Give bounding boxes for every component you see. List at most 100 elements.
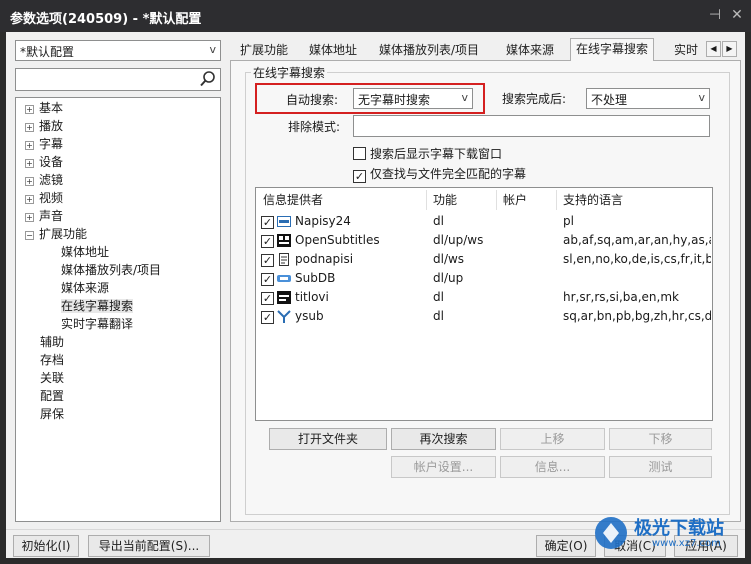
exact-match-checkbox[interactable]: ✓ 仅查找与文件完全匹配的字幕	[353, 165, 526, 183]
account-settings-button[interactable]: 帐户设置...	[391, 456, 496, 478]
export-config-button[interactable]: 导出当前配置(S)...	[88, 535, 210, 557]
collapse-icon[interactable]: −	[25, 231, 34, 240]
highlight-box	[255, 83, 485, 114]
initialize-button[interactable]: 初始化(I)	[13, 535, 79, 557]
watermark: 极光下载站 www.xz7.com	[592, 512, 742, 556]
col-header-function[interactable]: 功能	[433, 191, 457, 209]
watermark-text: 极光下载站	[634, 518, 724, 539]
tab-strip: 扩展功能 媒体地址 媒体播放列表/项目 媒体来源 在线字幕搜索 实时 ◀ ▶	[230, 38, 741, 61]
checkbox-checked-icon[interactable]: ✓	[261, 311, 274, 324]
move-down-button[interactable]: 下移	[609, 428, 712, 450]
show-download-window-label: 搜索后显示字幕下载窗口	[370, 147, 503, 161]
table-row[interactable]: ✓ podnapisi dl/ws sl,en,no,ko,de,is,cs,f…	[256, 250, 712, 269]
test-button[interactable]: 测试	[609, 456, 712, 478]
watermark-logo-icon	[595, 517, 627, 549]
tab-extensions[interactable]: 扩展功能	[240, 40, 288, 60]
search-again-button[interactable]: 再次搜索	[391, 428, 496, 450]
tree-item-online-subtitle-search[interactable]: 在线字幕搜索	[61, 297, 134, 315]
tree-item-media-address[interactable]: 媒体地址	[61, 243, 109, 261]
watermark-url: www.xz7.com	[652, 538, 721, 549]
exact-match-label: 仅查找与文件完全匹配的字幕	[370, 167, 527, 181]
tree-item-screensaver[interactable]: 屏保	[40, 405, 64, 423]
table-row[interactable]: ✓ ysub dl sq,ar,bn,pb,bg,zh,hr,cs,d	[256, 307, 712, 326]
chevron-down-icon: v	[209, 43, 216, 56]
tree-item-association[interactable]: 关联	[40, 369, 64, 387]
checkbox-checked-icon[interactable]: ✓	[261, 216, 274, 229]
tree-item-devices[interactable]: + 设备	[25, 153, 63, 171]
window-title: 参数选项(240509) - *默认配置	[10, 12, 202, 27]
table-row[interactable]: ✓ OpenSubtitles dl/up/ws ab,af,sq,am,ar,…	[256, 231, 712, 250]
after-search-value: 不处理	[591, 93, 628, 107]
col-header-account[interactable]: 帐户	[503, 191, 527, 209]
exclude-pattern-input[interactable]	[353, 115, 710, 137]
tab-media-source[interactable]: 媒体来源	[506, 40, 554, 60]
tree-item-playback[interactable]: + 播放	[25, 117, 63, 135]
group-title: 在线字幕搜索	[251, 64, 328, 81]
napisy24-icon	[277, 216, 291, 227]
dialog-client: *默认配置 v + 基本 + 播放 + 字幕 + 设备 + 滤镜 + 视频 + 声音 − 扩展功…	[6, 32, 745, 558]
col-header-provider[interactable]: 信息提供者	[263, 191, 323, 209]
profile-dropdown[interactable]: *默认配置 v	[15, 40, 221, 61]
pin-icon[interactable]: ⊣	[706, 6, 724, 24]
tree-search-input[interactable]	[15, 68, 221, 91]
table-row[interactable]: ✓ Napisy24 dl pl	[256, 212, 712, 231]
checkbox-checked-icon[interactable]: ✓	[353, 170, 366, 183]
tree-item-subtitles[interactable]: + 字幕	[25, 135, 63, 153]
tab-media-address[interactable]: 媒体地址	[309, 40, 357, 60]
subdb-icon	[277, 275, 291, 282]
expand-icon[interactable]: +	[25, 105, 34, 114]
checkbox-checked-icon[interactable]: ✓	[261, 235, 274, 248]
checkbox-checked-icon[interactable]: ✓	[261, 273, 274, 286]
tree-item-configuration[interactable]: 配置	[40, 387, 64, 405]
column-divider	[426, 190, 427, 210]
settings-tree: + 基本 + 播放 + 字幕 + 设备 + 滤镜 + 视频 + 声音 − 扩展功能 媒体地址 媒…	[15, 97, 221, 522]
tab-scroll-right-icon[interactable]: ▶	[722, 41, 737, 57]
col-header-languages[interactable]: 支持的语言	[563, 191, 623, 209]
expand-icon[interactable]: +	[25, 159, 34, 168]
tree-item-audio[interactable]: + 声音	[25, 207, 63, 225]
title-bar: 参数选项(240509) - *默认配置 ⊣ ✕	[0, 0, 751, 32]
table-row[interactable]: ✓ SubDB dl/up	[256, 269, 712, 288]
provider-list[interactable]: 信息提供者 功能 帐户 支持的语言 ✓ Napisy24 dl pl ✓ Ope…	[255, 187, 713, 421]
settings-panel: 在线字幕搜索 自动搜索: 无字幕时搜索 v 搜索完成后: 不处理 v 排除模式:…	[230, 60, 741, 522]
move-up-button[interactable]: 上移	[500, 428, 605, 450]
chevron-down-icon: v	[698, 91, 705, 104]
tab-online-subtitle-search[interactable]: 在线字幕搜索	[570, 38, 655, 61]
ok-button[interactable]: 确定(O)	[536, 535, 596, 557]
opensubtitles-icon	[277, 234, 291, 247]
checkbox-unchecked[interactable]	[353, 147, 366, 160]
open-folder-button[interactable]: 打开文件夹	[269, 428, 387, 450]
search-icon[interactable]	[199, 70, 217, 88]
show-download-window-checkbox[interactable]: 搜索后显示字幕下载窗口	[353, 145, 502, 162]
after-search-label: 搜索完成后:	[502, 92, 567, 106]
tree-item-assist[interactable]: 辅助	[40, 333, 64, 351]
after-search-dropdown[interactable]: 不处理 v	[586, 88, 710, 109]
profile-value: *默认配置	[20, 45, 75, 59]
tree-item-archive[interactable]: 存档	[40, 351, 64, 369]
checkbox-checked-icon[interactable]: ✓	[261, 292, 274, 305]
tab-media-playlist[interactable]: 媒体播放列表/项目	[379, 40, 479, 60]
tree-item-extensions[interactable]: − 扩展功能	[25, 225, 87, 243]
exclude-label: 排除模式:	[288, 120, 341, 134]
tab-realtime[interactable]: 实时	[674, 40, 702, 60]
close-icon[interactable]: ✕	[728, 6, 746, 24]
expand-icon[interactable]: +	[25, 195, 34, 204]
tree-item-video[interactable]: + 视频	[25, 189, 63, 207]
tab-scroll-left-icon[interactable]: ◀	[706, 41, 721, 57]
tree-item-basic[interactable]: + 基本	[25, 99, 63, 117]
ysub-icon	[277, 310, 291, 323]
checkbox-checked-icon[interactable]: ✓	[261, 254, 274, 267]
expand-icon[interactable]: +	[25, 177, 34, 186]
expand-icon[interactable]: +	[25, 213, 34, 222]
expand-icon[interactable]: +	[25, 123, 34, 132]
column-divider	[556, 190, 557, 210]
info-button[interactable]: 信息...	[500, 456, 605, 478]
tree-item-filters[interactable]: + 滤镜	[25, 171, 63, 189]
tree-item-media-playlist[interactable]: 媒体播放列表/项目	[61, 261, 161, 279]
titlovi-icon	[277, 291, 291, 304]
tree-item-realtime-translation[interactable]: 实时字幕翻译	[61, 315, 133, 333]
table-row[interactable]: ✓ titlovi dl hr,sr,rs,si,ba,en,mk	[256, 288, 712, 307]
column-divider	[496, 190, 497, 210]
expand-icon[interactable]: +	[25, 141, 34, 150]
tree-item-media-source[interactable]: 媒体来源	[61, 279, 109, 297]
